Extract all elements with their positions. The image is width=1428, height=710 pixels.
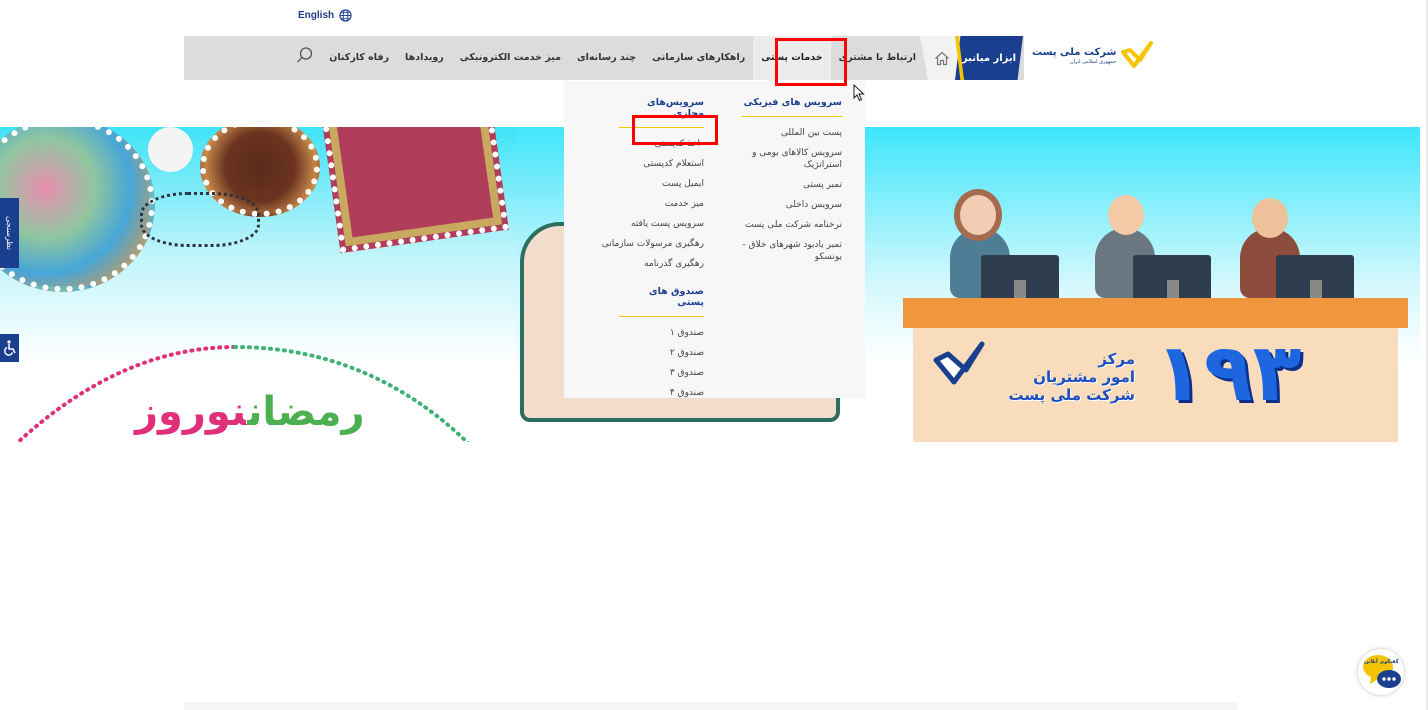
center-text-line-1: مرکز xyxy=(1098,350,1135,368)
milk-glass-image xyxy=(148,127,193,172)
post-bird-logo-icon xyxy=(1121,41,1154,68)
menu-item-service-desk[interactable]: میز خدمت xyxy=(574,194,704,214)
search-icon[interactable] xyxy=(296,46,314,64)
nav-item-e-service-desk[interactable]: میز خدمت الکترونیکی xyxy=(452,36,569,80)
desk-top xyxy=(903,298,1408,328)
accessibility-button[interactable] xyxy=(0,334,19,362)
chat-bubble-icon xyxy=(1363,655,1401,688)
wheelchair-icon xyxy=(3,340,16,356)
menu-item-post-found-service[interactable]: سرویس پست یافته xyxy=(574,214,704,234)
menu-item-domestic-service[interactable]: سرویس داخلی xyxy=(742,195,842,215)
menu-item-mailbox-3[interactable]: صندوق ۳ xyxy=(574,363,704,383)
center-text-line-2: امور مشتریان xyxy=(1033,368,1135,386)
menu-item-post-tariff[interactable]: نرخنامه شرکت ملی پست xyxy=(742,215,842,235)
logo-title: شرکت ملی پست xyxy=(1032,46,1117,58)
chat-label: گفتگوی آنلاین xyxy=(1364,659,1399,665)
menu-item-mailbox-4[interactable]: صندوق ۴ xyxy=(574,383,704,403)
nav-item-customer-relations[interactable]: ارتباط با مشتری xyxy=(831,36,924,80)
ramadan-nowruz-banner[interactable]: رمضاننوروز www.post.ir xyxy=(0,127,565,442)
menu-item-postal-code-inquiry[interactable]: استعلام کدپستی xyxy=(574,154,704,174)
postal-services-dropdown: سرویس های فیزیکی پست بین المللی سرویس کا… xyxy=(564,81,865,398)
menu-item-unesco-stamp[interactable]: تمبر یادبود شهرهای خلاق - یونسکو xyxy=(742,235,842,267)
menu-item-mailbox-1[interactable]: صندوق ۱ xyxy=(574,323,704,343)
dotted-arc xyxy=(15,345,470,442)
menu-item-org-parcel-tracking[interactable]: رهگیری مرسولات سازمانی xyxy=(574,234,704,254)
physical-services-heading: سرویس های فیزیکی xyxy=(742,97,842,117)
menu-item-postage-stamp[interactable]: تمبر پستی xyxy=(742,175,842,195)
physical-services-column: سرویس های فیزیکی پست بین المللی سرویس کا… xyxy=(742,97,842,267)
language-switch[interactable]: English xyxy=(298,9,352,22)
center-text-line-3: شرکت ملی پست xyxy=(1008,386,1136,404)
online-chat-button[interactable]: گفتگوی آنلاین xyxy=(1358,649,1404,695)
nav-item-organizational-solutions[interactable]: راهکارهای سازمانی xyxy=(644,36,753,80)
mailboxes-heading: صندوق های پستی xyxy=(619,286,704,317)
nav-item-postal-services[interactable]: خدمات پستی xyxy=(753,36,831,80)
logo-subtitle: جمهوری اسلامی ایران xyxy=(1069,58,1117,65)
operator-1-head xyxy=(960,195,996,235)
shortcut-tools-label: ابزار میانبر xyxy=(961,52,1017,64)
quran-image xyxy=(321,127,509,254)
nav-item-events[interactable]: رویدادها xyxy=(397,36,452,80)
language-label: English xyxy=(298,10,335,21)
nav-items: ارتباط با مشتری خدمات پستی راهکارهای ساز… xyxy=(321,36,924,80)
home-icon xyxy=(935,51,949,65)
post-company-logo[interactable]: شرکت ملی پست جمهوری اسلامی ایران xyxy=(1032,40,1154,72)
nav-item-staff-welfare[interactable]: رفاه کارکنان xyxy=(321,36,397,80)
menu-item-post-email[interactable]: ایمیل پست xyxy=(574,174,704,194)
globe-icon xyxy=(339,9,352,22)
virtual-services-heading: سرویس‌های مجازی xyxy=(619,97,704,128)
post-bird-emblem-icon xyxy=(933,341,985,385)
menu-item-passport-tracking[interactable]: رهگیری گذرنامه xyxy=(574,254,704,274)
menu-item-mailbox-2[interactable]: صندوق ۲ xyxy=(574,343,704,363)
customer-center-phone-number: ۱۹۳ xyxy=(1155,326,1302,419)
nav-item-multimedia[interactable]: چند رسانه‌ای xyxy=(569,36,644,80)
eggs-plate-image xyxy=(0,127,155,292)
operator-2-head xyxy=(1108,195,1144,235)
shortcut-tools-tab[interactable]: ابزار میانبر xyxy=(955,36,1023,80)
menu-item-international-post[interactable]: پست بین المللی xyxy=(742,123,842,143)
footer-strip xyxy=(184,702,1238,710)
menu-item-get-postal-code[interactable]: اخذ کدپستی xyxy=(574,134,704,154)
mouse-cursor-icon xyxy=(853,84,865,102)
menu-item-native-goods-service[interactable]: سرویس کالاهای بومی و استراتژیک xyxy=(742,143,842,175)
logo-text: شرکت ملی پست جمهوری اسلامی ایران xyxy=(1032,47,1116,66)
virtual-services-column: سرویس‌های مجازی اخذ کدپستی استعلام کدپست… xyxy=(574,97,704,403)
operator-3-head xyxy=(1252,198,1288,238)
prayer-beads-image xyxy=(140,192,260,247)
survey-side-tab[interactable]: نظرسنجی xyxy=(0,198,19,268)
survey-label: نظرسنجی xyxy=(5,215,14,251)
customer-center-text: مرکز امور مشتریان شرکت ملی پست xyxy=(995,350,1136,404)
